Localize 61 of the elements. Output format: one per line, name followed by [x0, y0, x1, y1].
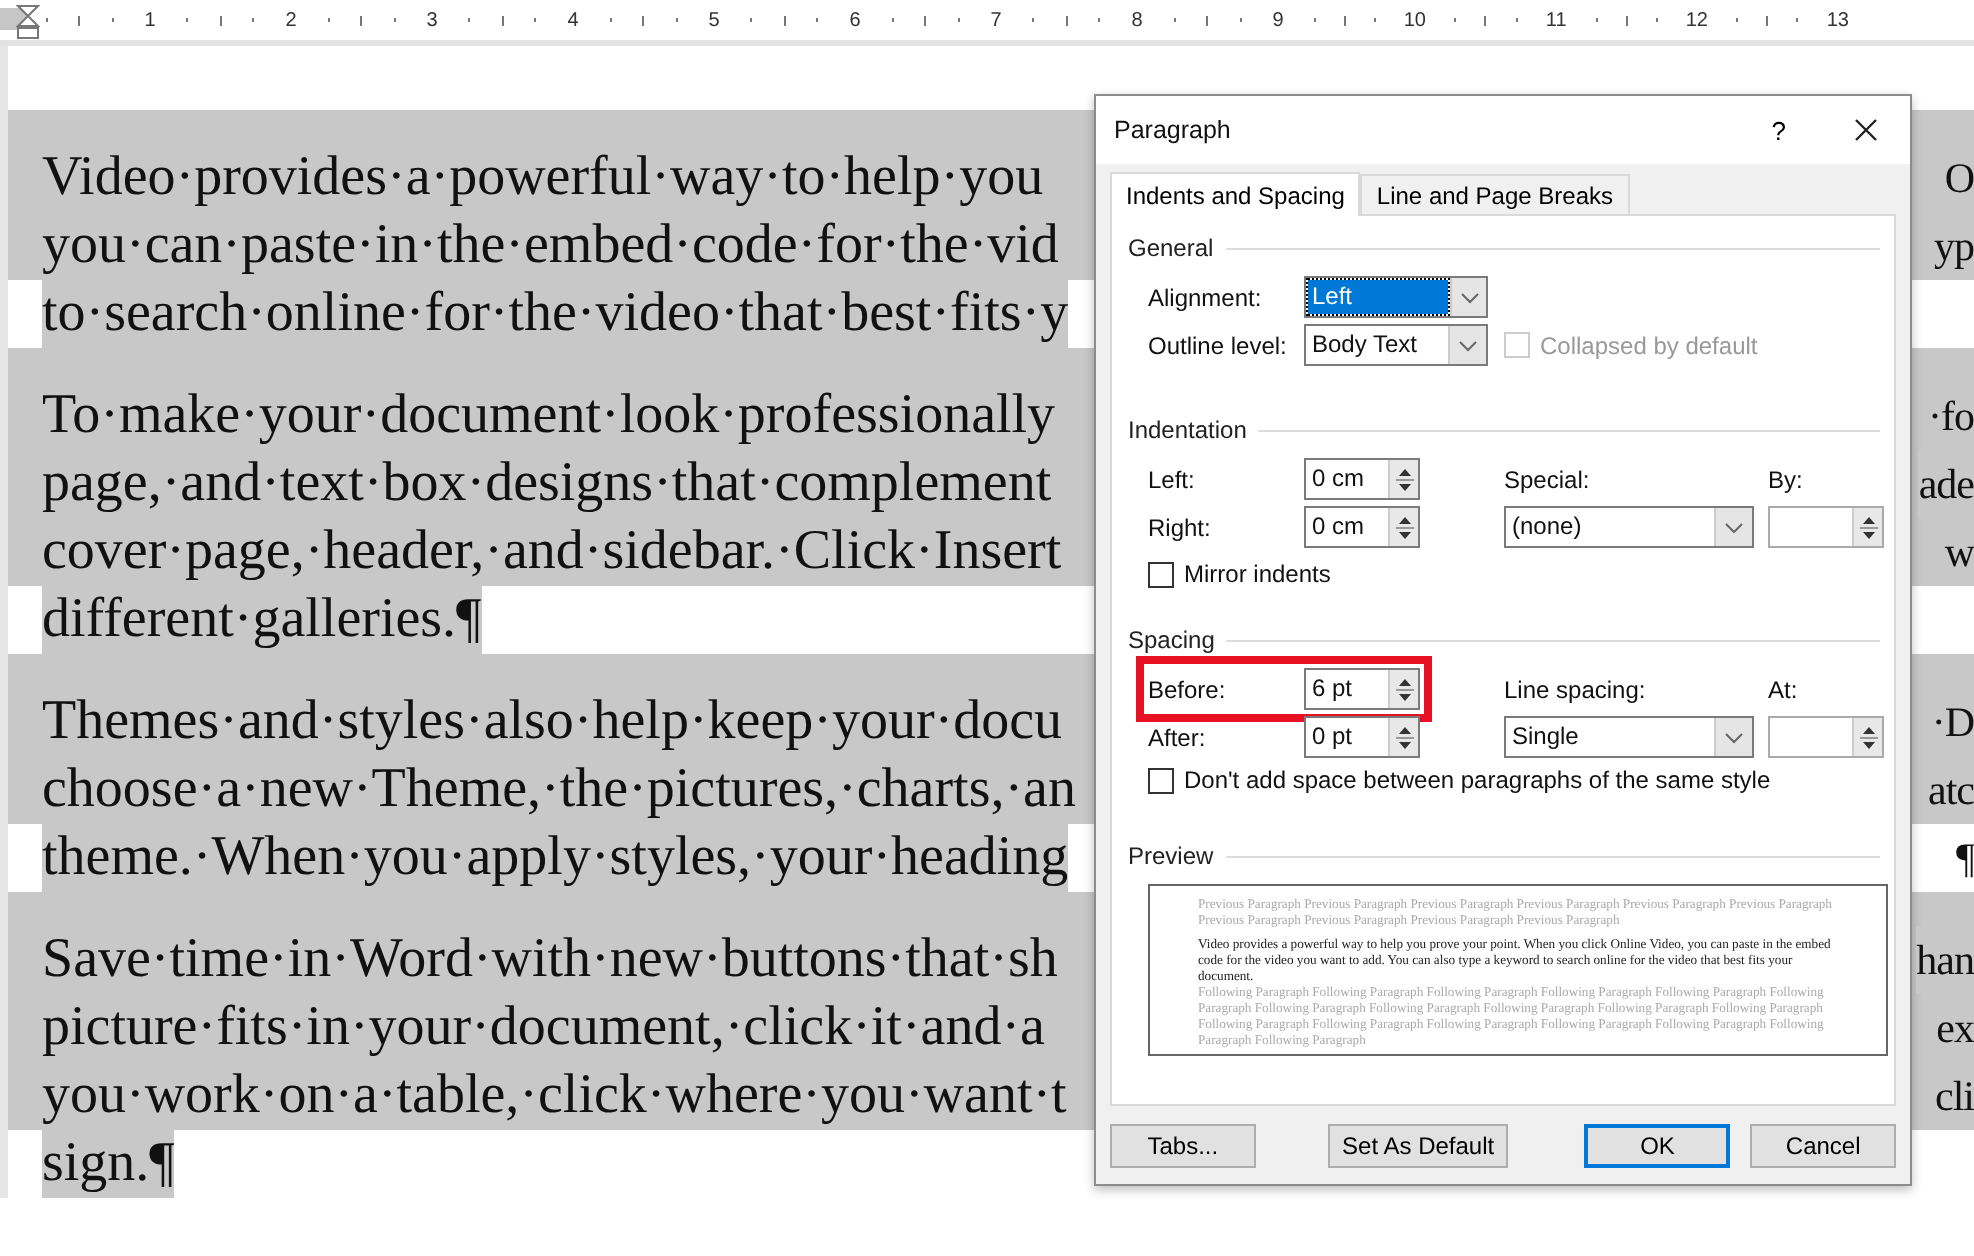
left-indent-spinner[interactable]: 0 cm	[1304, 458, 1420, 500]
ruler-number: 10	[1403, 9, 1426, 31]
right-indent-spinner[interactable]: 0 cm	[1304, 506, 1420, 548]
tab[interactable]: Indents and Spacing	[1110, 172, 1361, 216]
ruler-number: 13	[1826, 9, 1849, 31]
checkbox-label: Mirror indents	[1184, 560, 1331, 588]
field-label: Right:	[1148, 513, 1213, 541]
field-label: Outline level:	[1148, 331, 1289, 359]
ruler-number: 1	[144, 9, 156, 31]
chevron-down-icon[interactable]	[1458, 339, 1478, 351]
field-label: After:	[1148, 723, 1208, 751]
indent-marker-icon[interactable]	[16, 4, 40, 40]
dialog-button[interactable]: Cancel	[1750, 1124, 1897, 1168]
close-icon[interactable]	[1854, 118, 1878, 142]
ruler-number: 6	[849, 9, 861, 31]
group-heading: Spacing	[1128, 626, 1215, 654]
checkbox[interactable]	[1148, 561, 1174, 587]
chevron-down-icon[interactable]	[1724, 521, 1744, 533]
ruler-number: 11	[1545, 9, 1567, 31]
field-label: Line spacing:	[1504, 675, 1648, 703]
document-text: sign.¶	[42, 1130, 175, 1198]
help-button[interactable]: ?	[1771, 115, 1786, 145]
ruler-number: 8	[1131, 9, 1143, 31]
field-label: At:	[1768, 675, 1800, 703]
ruler-number: 2	[285, 9, 297, 31]
alignment-dropdown[interactable]: Left	[1304, 276, 1488, 318]
special-dropdown[interactable]: (none)	[1504, 506, 1754, 548]
group-heading: Indentation	[1128, 416, 1247, 444]
by-spinner[interactable]	[1768, 506, 1884, 548]
line-spacing-dropdown[interactable]: Single	[1504, 716, 1754, 758]
document-text: to·search·online·for·the·video·that·best·fits·y	[42, 280, 1069, 348]
chevron-down-icon[interactable]	[1459, 291, 1479, 303]
field-label: Before:	[1148, 675, 1228, 703]
ruler-number: 3	[426, 9, 438, 31]
field-label: Special:	[1504, 465, 1592, 493]
field-label: Alignment:	[1148, 283, 1264, 311]
checkbox[interactable]	[1148, 767, 1174, 793]
tab[interactable]: Line and Page Breaks	[1360, 174, 1630, 214]
ruler-number: 7	[990, 9, 1002, 31]
outline-level-dropdown[interactable]: Body Text	[1304, 324, 1488, 366]
checkbox-label: Collapsed by default	[1540, 331, 1758, 359]
field-label: By:	[1768, 465, 1805, 493]
before-spinner[interactable]: 6 pt	[1304, 668, 1420, 710]
at-spinner[interactable]	[1768, 716, 1884, 758]
dialog-button[interactable]: OK	[1584, 1124, 1731, 1168]
ruler-number: 4	[567, 9, 579, 31]
ruler-number: 12	[1685, 9, 1708, 31]
after-spinner[interactable]: 0 pt	[1304, 716, 1420, 758]
checkbox-label: Don't add space between paragraphs of the same style	[1184, 766, 1771, 794]
document-text: ¶	[1955, 832, 1974, 886]
dialog-title: Paragraph	[1114, 116, 1233, 144]
field-label: Left:	[1148, 465, 1197, 493]
group-heading: Preview	[1128, 842, 1214, 870]
dialog-button[interactable]: Tabs...	[1110, 1124, 1256, 1168]
document-text: different·galleries.¶	[42, 586, 482, 654]
document-text: theme.·When·you·apply·styles,·your·heading	[42, 824, 1069, 892]
ruler-number: 5	[708, 9, 720, 31]
chevron-down-icon[interactable]	[1724, 731, 1744, 743]
dialog-button[interactable]: Set As Default	[1327, 1124, 1509, 1168]
ruler-number: 9	[1272, 9, 1284, 31]
group-heading: General	[1128, 234, 1214, 262]
